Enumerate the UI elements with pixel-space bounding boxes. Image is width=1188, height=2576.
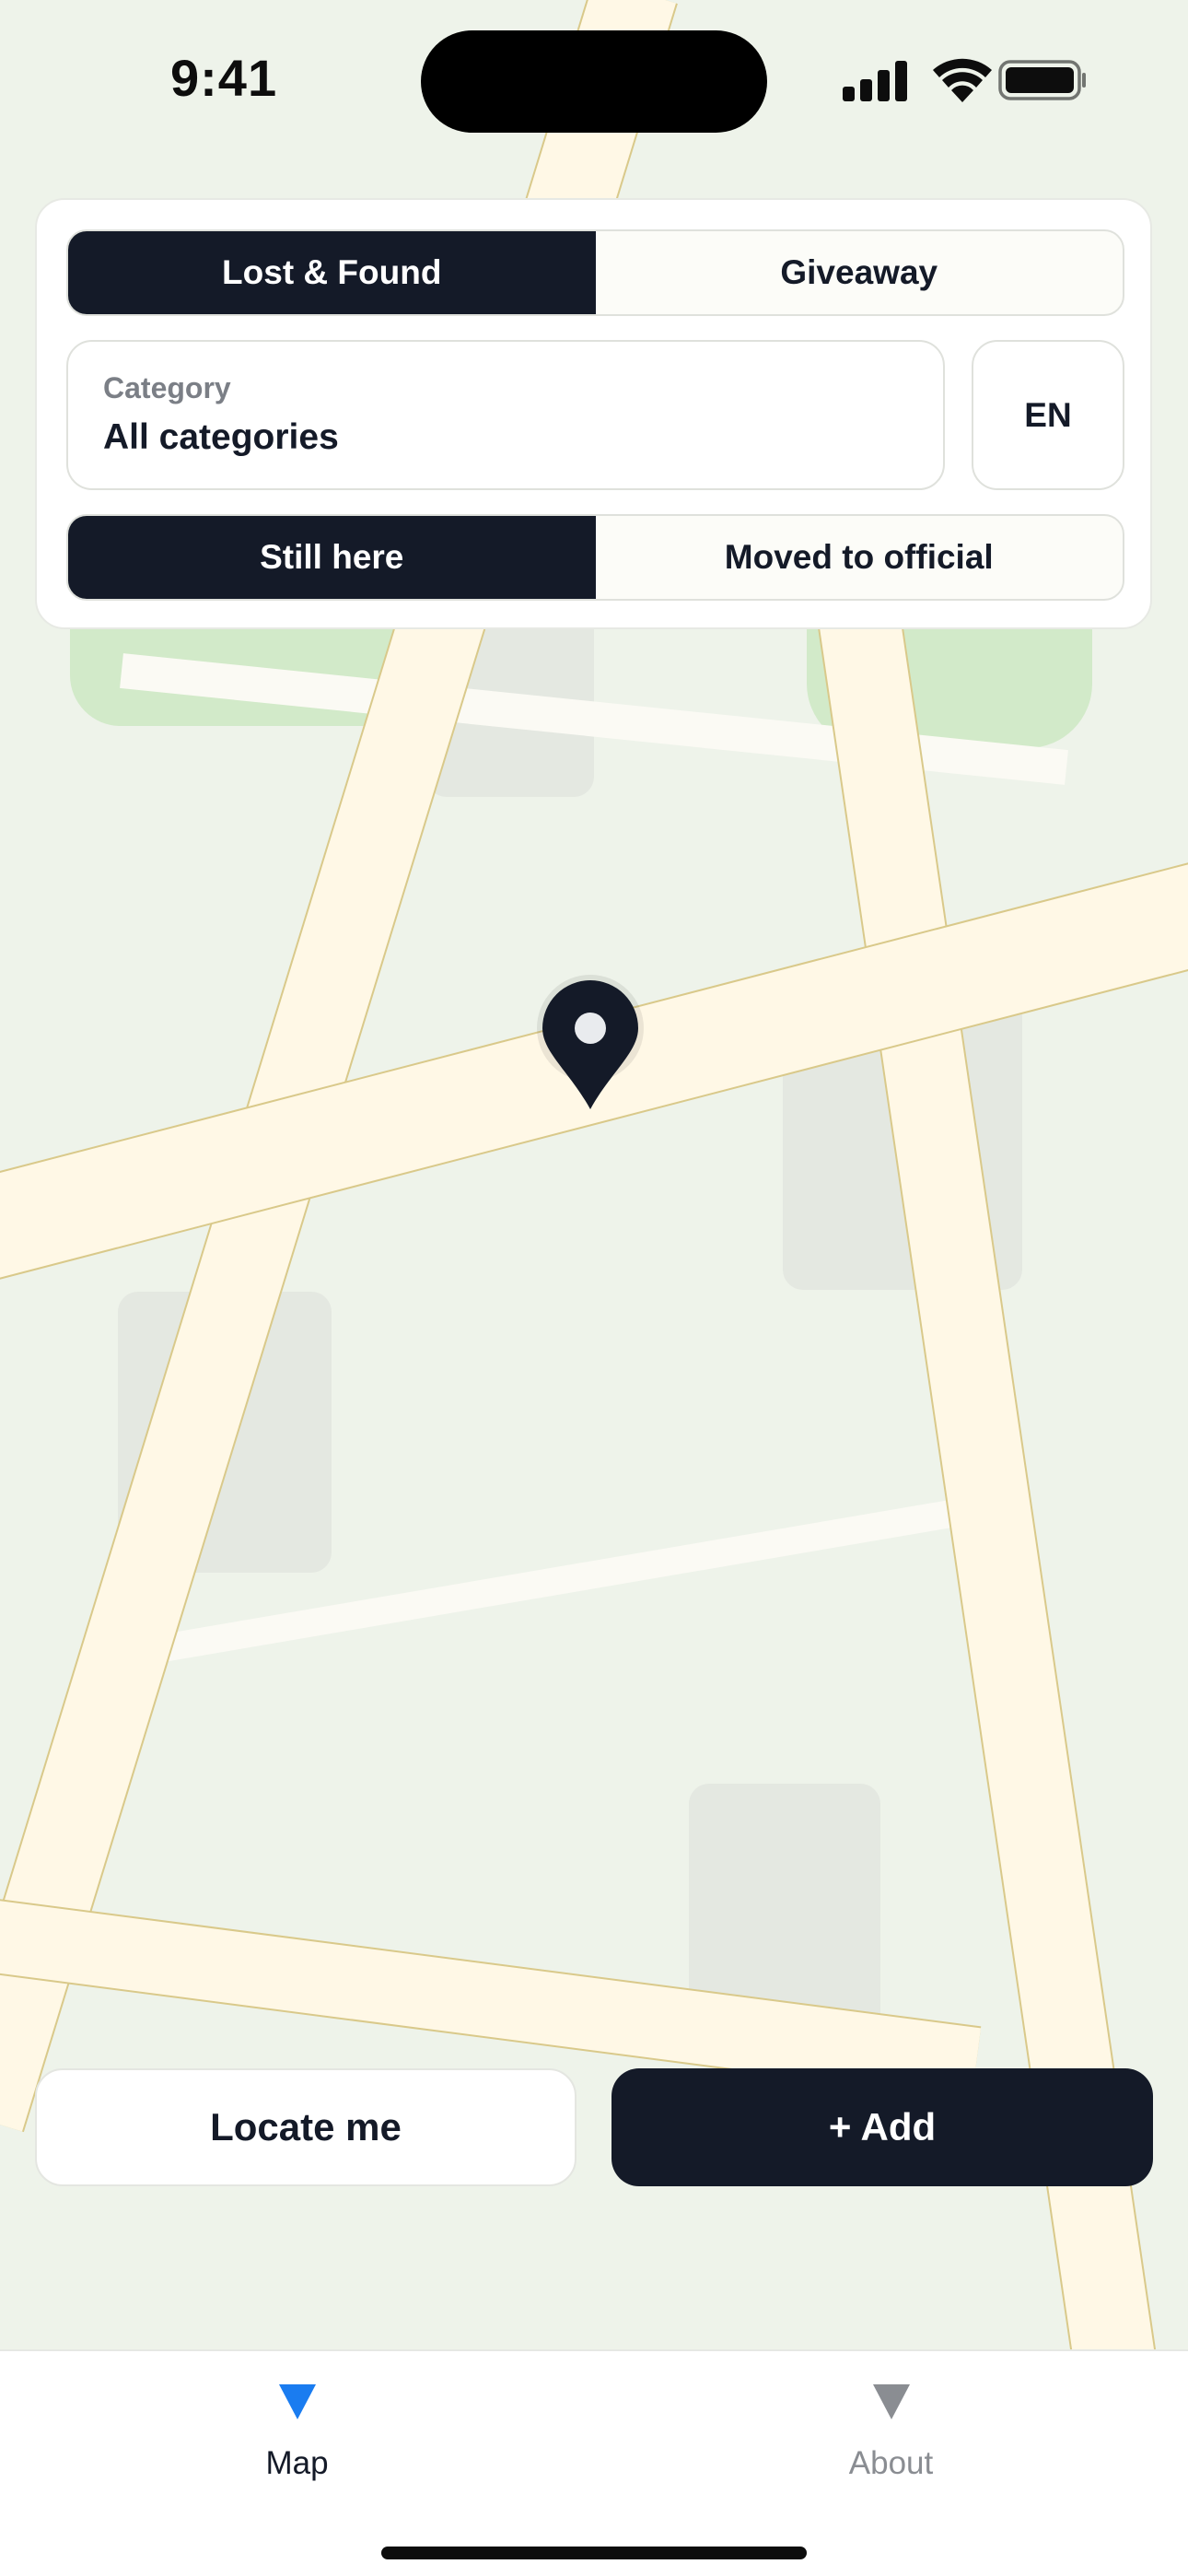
add-button[interactable]: + Add	[611, 2068, 1153, 2186]
locate-me-button[interactable]: Locate me	[35, 2068, 577, 2186]
pin-center-dot	[575, 1013, 606, 1044]
cellular-signal-icon	[843, 61, 907, 101]
language-button[interactable]: EN	[972, 340, 1124, 490]
tab-lost-and-found[interactable]: Lost & Found	[68, 231, 596, 314]
status-icons	[843, 58, 1086, 102]
status-segmented-control: Still here Moved to official	[66, 514, 1124, 601]
mode-segmented-control: Lost & Found Giveaway	[66, 229, 1124, 316]
category-select[interactable]: Category All categories	[66, 340, 945, 490]
tab-giveaway[interactable]: Giveaway	[596, 231, 1124, 314]
home-indicator	[381, 2547, 807, 2559]
triangle-down-icon	[872, 2384, 910, 2419]
tab-still-here[interactable]: Still here	[68, 516, 596, 599]
dynamic-island	[421, 30, 767, 133]
tab-moved-to-official[interactable]: Moved to official	[596, 516, 1124, 599]
status-time: 9:41	[170, 49, 278, 107]
status-bar: 9:41	[0, 0, 1188, 157]
tab-about[interactable]: About	[594, 2351, 1188, 2535]
category-value: All categories	[103, 417, 339, 457]
wifi-icon	[933, 58, 992, 102]
battery-icon	[998, 60, 1086, 100]
category-label: Category	[103, 371, 231, 404]
filter-card: Lost & Found Giveaway Category All categ…	[35, 198, 1152, 629]
triangle-down-icon	[278, 2384, 316, 2419]
tab-map[interactable]: Map	[0, 2351, 594, 2535]
bottom-tab-bar: Map About	[0, 2349, 1188, 2576]
tab-map-label: Map	[265, 2445, 329, 2481]
tab-about-label: About	[848, 2445, 934, 2481]
